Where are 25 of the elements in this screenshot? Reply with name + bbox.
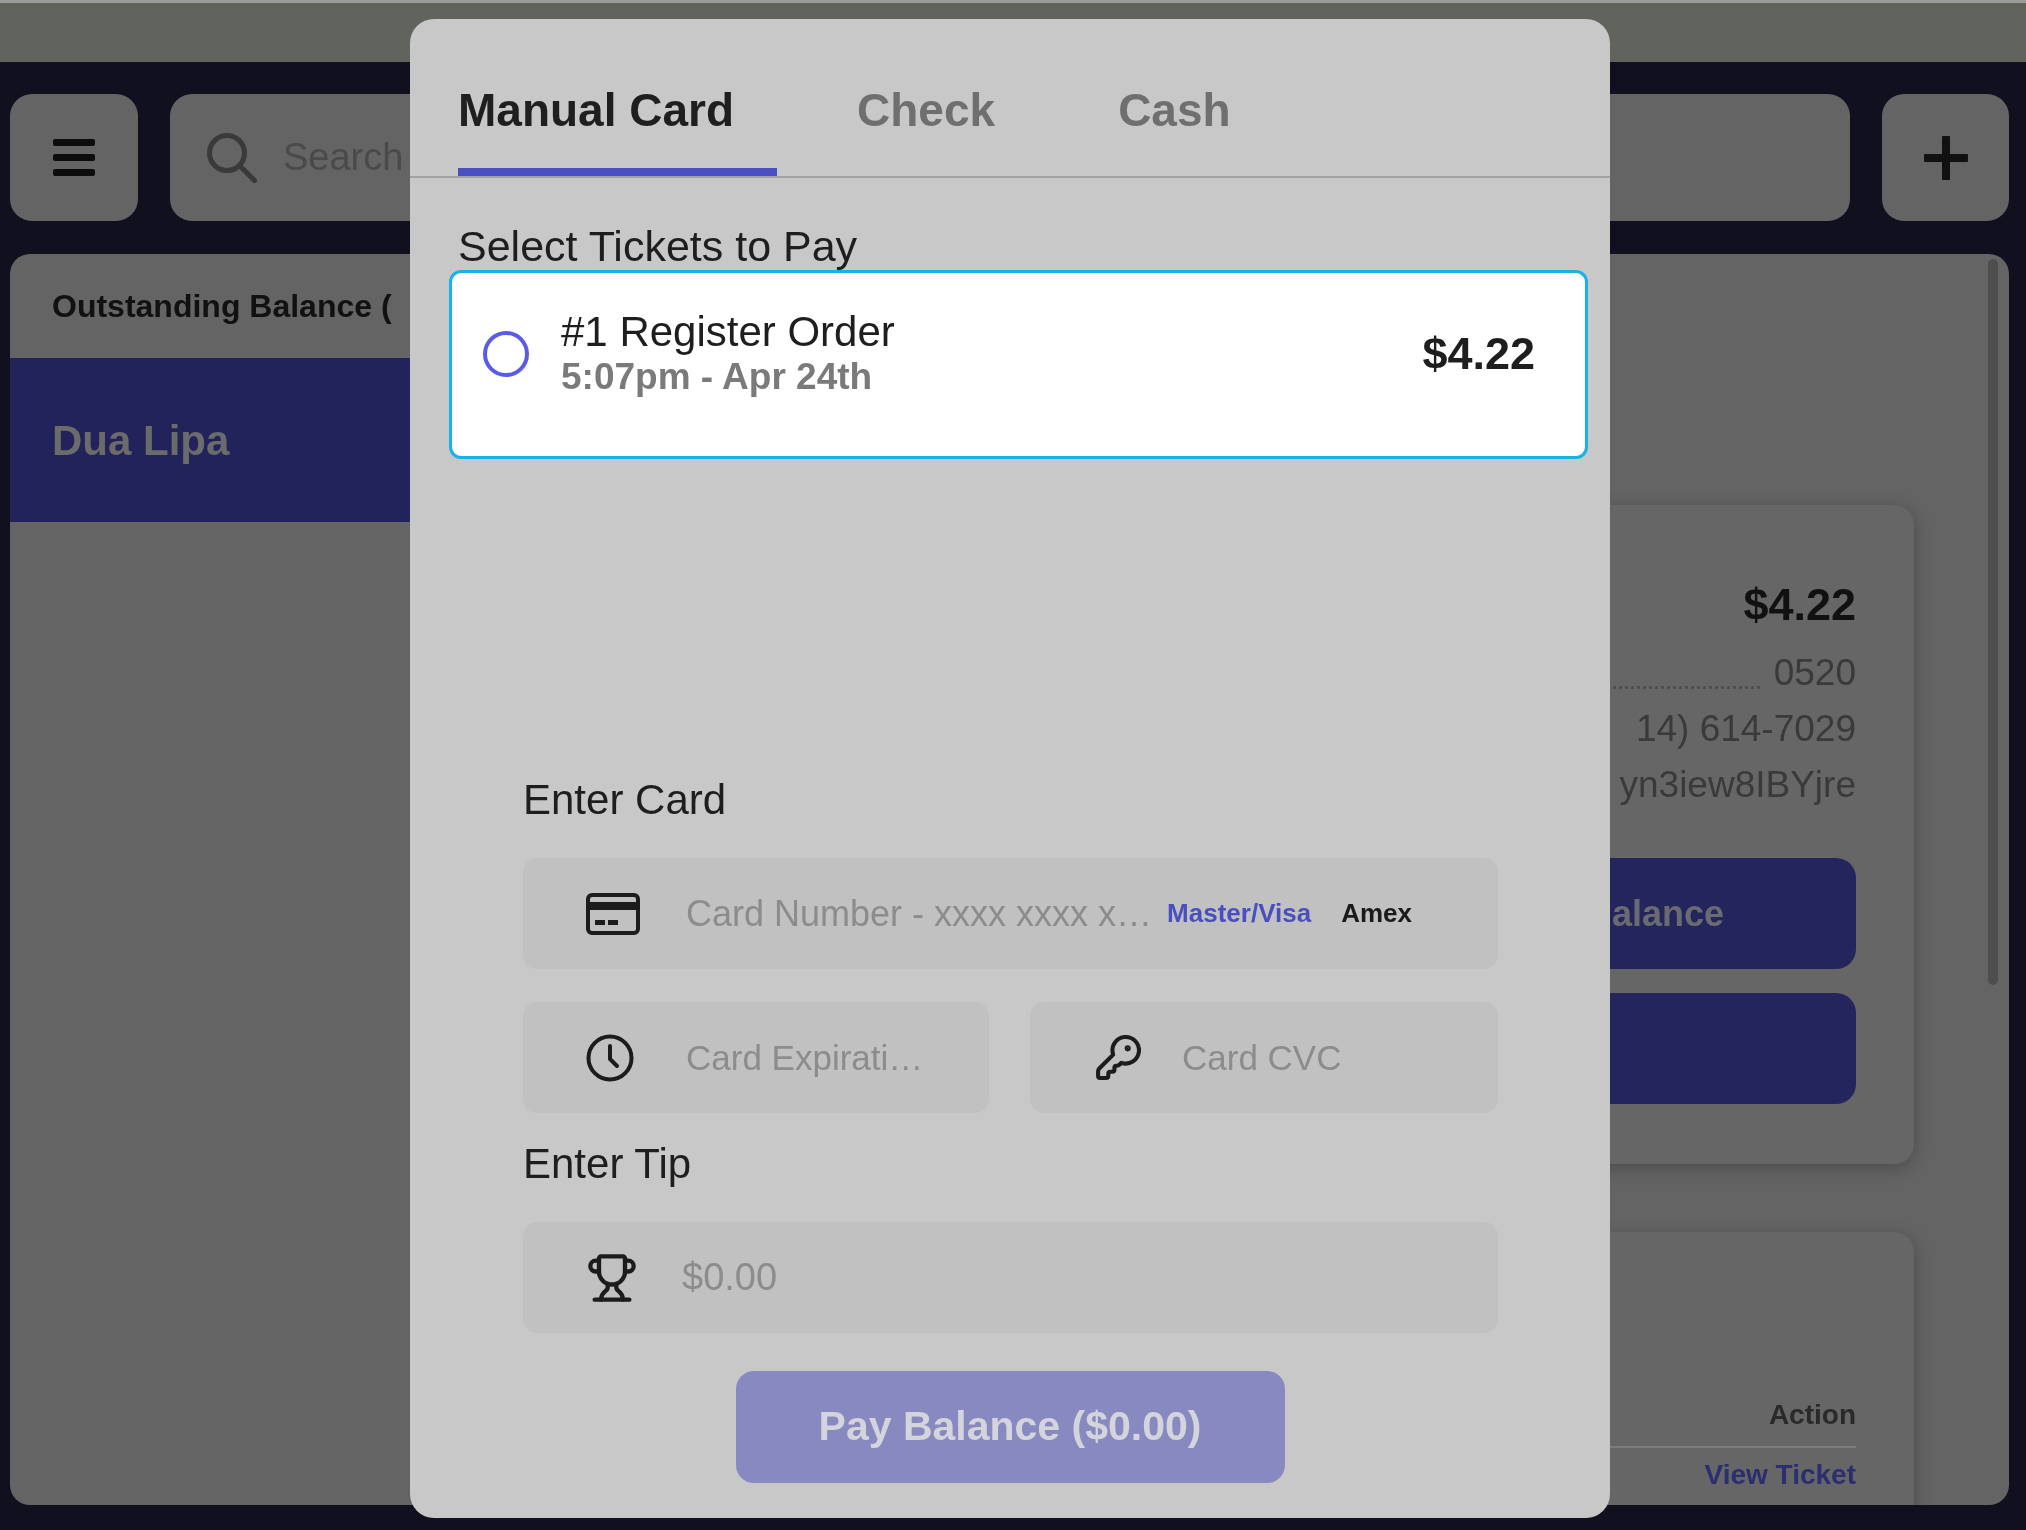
clock-icon [586, 1033, 634, 1082]
menu-icon [53, 139, 95, 176]
total-amount: $4.22 [1743, 578, 1856, 632]
section-title: Enter Card [523, 775, 727, 825]
trophy-icon [586, 1251, 638, 1304]
payment-tab[interactable]: Cash [1118, 19, 1274, 176]
ticket-title: #1 Register Order [561, 308, 895, 355]
ticket-card[interactable]: #1 Register Order 5:07pm - Apr 24th $4.22 [449, 270, 1588, 459]
section-title: Enter Tip [523, 1139, 692, 1189]
card-brand-option[interactable]: Amex [1341, 894, 1412, 933]
search-icon [206, 131, 258, 184]
add-button[interactable] [1882, 94, 2009, 221]
credit-card-icon [586, 892, 640, 935]
section-title: Select Tickets to Pay [458, 222, 858, 270]
column-header: Action [1768, 1398, 1856, 1432]
payment-tab[interactable]: Manual Card [458, 19, 778, 176]
payment-tab[interactable]: Check [857, 19, 1039, 176]
plus-icon [1923, 135, 1968, 180]
ticket-amount: $4.22 [1422, 327, 1535, 380]
card-brand-option[interactable]: Master/Visa [1167, 894, 1312, 933]
menu-button[interactable] [10, 94, 138, 221]
key-icon [1094, 1033, 1143, 1082]
radio-button[interactable] [483, 330, 529, 377]
view-ticket-link[interactable]: View Ticket [1704, 1458, 1856, 1492]
sidebar-title: Outstanding Balance ( [52, 287, 392, 326]
